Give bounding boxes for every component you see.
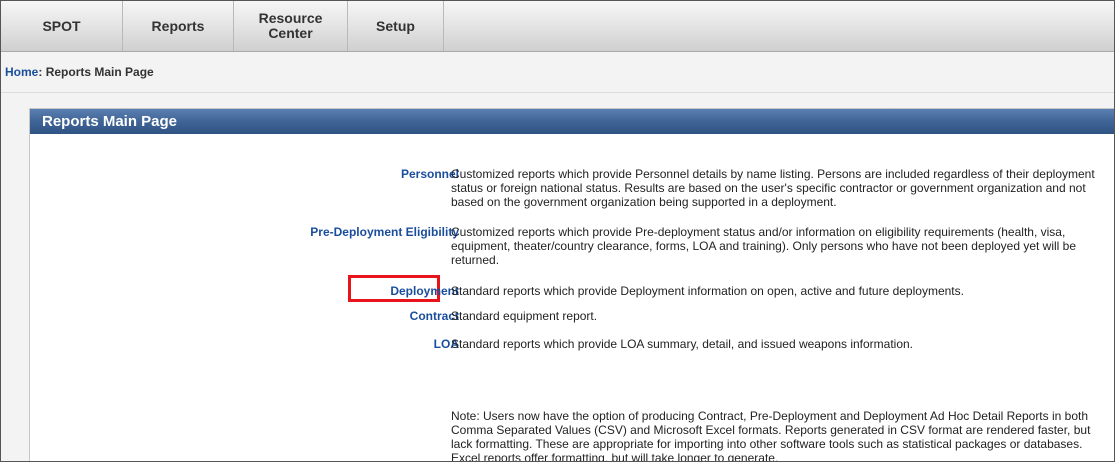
tab-reports[interactable]: Reports bbox=[123, 1, 234, 51]
breadcrumb-separator: : bbox=[38, 65, 43, 79]
tab-spot[interactable]: SPOT bbox=[1, 1, 123, 51]
top-navigation: SPOT Reports Resource Center Setup bbox=[1, 1, 1114, 52]
pre-deployment-eligibility-description: Customized reports which provide Pre-dep… bbox=[451, 225, 1077, 267]
reports-panel: Reports Main Page Personnel Customized r… bbox=[29, 108, 1114, 462]
breadcrumb-bar: Home: Reports Main Page bbox=[1, 52, 1114, 93]
personnel-description: Customized reports which provide Personn… bbox=[451, 167, 1095, 209]
tab-resource-center-label: Resource Center bbox=[258, 10, 323, 41]
breadcrumb-home-link[interactable]: Home bbox=[5, 65, 38, 79]
panel-title: Reports Main Page bbox=[30, 109, 1114, 134]
breadcrumb-current: Reports Main Page bbox=[45, 65, 154, 79]
breadcrumb: Home: Reports Main Page bbox=[5, 65, 154, 79]
deployment-description: Standard reports which provide Deploymen… bbox=[451, 284, 964, 298]
contract-description: Standard equipment report. bbox=[451, 309, 598, 323]
pre-deployment-eligibility-link[interactable]: Pre-Deployment Eligibility bbox=[310, 225, 459, 239]
deployment-link[interactable]: Deployment bbox=[390, 284, 459, 298]
app-window: SPOT Reports Resource Center Setup Home:… bbox=[0, 0, 1115, 462]
loa-description: Standard reports which provide LOA summa… bbox=[451, 337, 914, 351]
csv-excel-note: Note: Users now have the option of produ… bbox=[451, 409, 1091, 462]
tab-setup[interactable]: Setup bbox=[348, 1, 444, 51]
tab-resource-center[interactable]: Resource Center bbox=[234, 1, 348, 51]
